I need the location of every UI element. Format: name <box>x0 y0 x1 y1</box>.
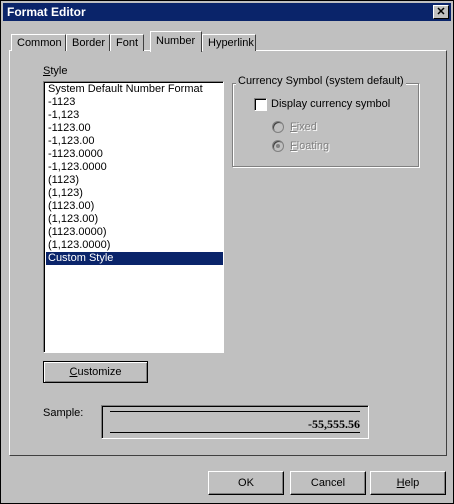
sample-preview: -55,555.56 <box>101 405 369 439</box>
radio-dot-icon <box>276 144 280 148</box>
sample-top-rule <box>110 411 360 412</box>
tab-border[interactable]: Border <box>66 34 110 51</box>
format-editor-window: Format Editor ✕ Common Border Font Numbe… <box>0 0 454 504</box>
customize-button[interactable]: Customize <box>43 361 148 383</box>
style-listbox[interactable]: System Default Number Format -1123 -1,12… <box>43 81 224 353</box>
display-currency-label[interactable]: Display currency symbol <box>271 98 390 110</box>
style-list-item[interactable]: (1,123.0000) <box>46 239 223 252</box>
title-bar[interactable]: Format Editor ✕ <box>3 3 451 21</box>
floating-radio-label: Floating <box>290 140 330 152</box>
style-list-item[interactable]: -1,123 <box>46 109 223 122</box>
style-list-item[interactable]: -1,123.00 <box>46 135 223 148</box>
fixed-radio <box>272 121 284 133</box>
tab-number[interactable]: Number <box>150 31 202 52</box>
cancel-button[interactable]: Cancel <box>290 471 366 495</box>
currency-symbol-group <box>232 83 419 167</box>
style-list-item-selected[interactable]: Custom Style <box>46 252 223 265</box>
style-list-item[interactable]: (1,123) <box>46 187 223 200</box>
style-list-item[interactable]: -1123.0000 <box>46 148 223 161</box>
style-list-item[interactable]: (1123.00) <box>46 200 223 213</box>
close-button[interactable]: ✕ <box>433 5 449 19</box>
style-list-item[interactable]: -1,123.0000 <box>46 161 223 174</box>
style-list-item[interactable]: (1123) <box>46 174 223 187</box>
tab-font[interactable]: Font <box>110 34 144 51</box>
style-list-item[interactable]: (1,123.00) <box>46 213 223 226</box>
style-list-item[interactable]: -1123.00 <box>46 122 223 135</box>
style-list-item[interactable]: System Default Number Format <box>46 83 223 96</box>
style-label: Style <box>43 65 68 77</box>
help-button[interactable]: Help <box>370 471 446 495</box>
display-currency-checkbox[interactable] <box>254 98 267 111</box>
ok-button[interactable]: OK <box>208 471 284 495</box>
close-icon: ✕ <box>436 6 446 18</box>
style-list-item[interactable]: (1123.0000) <box>46 226 223 239</box>
currency-group-label: Currency Symbol (system default) <box>236 75 406 87</box>
sample-label: Sample: <box>43 407 84 419</box>
window-title: Format Editor <box>7 5 86 19</box>
tab-common[interactable]: Common <box>11 34 66 51</box>
floating-radio <box>272 140 284 152</box>
sample-bottom-rule <box>110 432 360 433</box>
fixed-radio-label: Fixed <box>290 121 317 133</box>
sample-value: -55,555.56 <box>308 417 360 431</box>
tab-hyperlink[interactable]: Hyperlink <box>202 34 256 51</box>
style-list-item[interactable]: -1123 <box>46 96 223 109</box>
